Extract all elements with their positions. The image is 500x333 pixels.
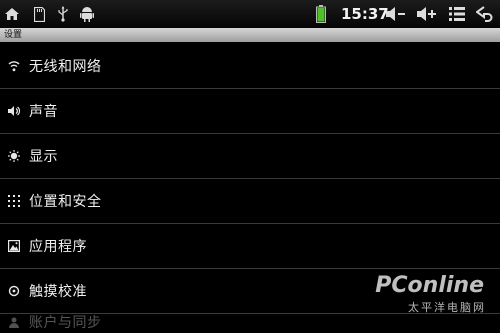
sd-card-icon bbox=[33, 3, 45, 25]
android-debug-icon bbox=[80, 3, 94, 25]
settings-item-display[interactable]: 显示 bbox=[0, 134, 500, 179]
home-icon[interactable] bbox=[4, 3, 20, 25]
clock: 15:37 bbox=[341, 5, 389, 23]
settings-item-label: 无线和网络 bbox=[29, 59, 102, 75]
watermark-logo: PConline bbox=[375, 273, 484, 298]
settings-item-label: 账户与同步 bbox=[29, 315, 102, 331]
settings-title-bar: 设置 bbox=[0, 28, 500, 42]
settings-item-sound[interactable]: 声音 bbox=[0, 89, 500, 134]
brightness-icon bbox=[7, 149, 21, 163]
menu-icon[interactable] bbox=[449, 3, 465, 25]
page-title: 设置 bbox=[4, 30, 23, 40]
battery-icon bbox=[315, 3, 327, 25]
location-security-icon bbox=[7, 194, 21, 208]
settings-item-label: 应用程序 bbox=[29, 239, 87, 255]
status-bar: 15:37 bbox=[0, 0, 500, 29]
applications-icon bbox=[7, 239, 21, 253]
settings-item-location-security[interactable]: 位置和安全 bbox=[0, 179, 500, 224]
back-icon[interactable] bbox=[476, 3, 496, 25]
watermark-subtitle: 太平洋电脑网 bbox=[408, 301, 486, 314]
wifi-icon bbox=[7, 59, 21, 73]
settings-item-label: 触摸校准 bbox=[29, 284, 87, 300]
accounts-icon bbox=[7, 315, 21, 329]
settings-item-label: 显示 bbox=[29, 149, 58, 165]
pconline-watermark: PConline 太平洋电脑网 bbox=[372, 263, 492, 323]
settings-item-wireless-networks[interactable]: 无线和网络 bbox=[0, 44, 500, 89]
volume-up-icon[interactable] bbox=[417, 3, 437, 25]
volume-down-icon[interactable] bbox=[386, 3, 406, 25]
settings-item-label: 声音 bbox=[29, 104, 58, 120]
speaker-icon bbox=[7, 104, 21, 118]
settings-item-label: 位置和安全 bbox=[29, 194, 102, 210]
touch-calibration-icon bbox=[7, 284, 21, 298]
usb-icon bbox=[57, 3, 69, 25]
